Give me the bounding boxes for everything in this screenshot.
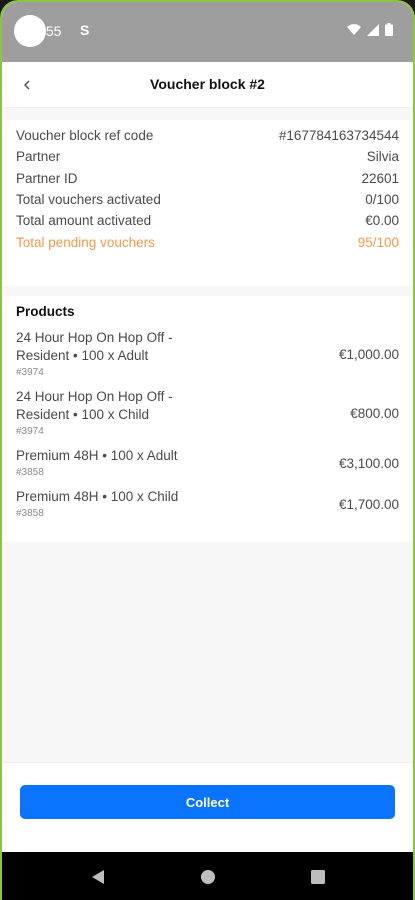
product-item: 24 Hour Hop On Hop Off - Resident • 100 … bbox=[16, 329, 399, 380]
info-label: Voucher block ref code bbox=[16, 128, 154, 144]
page-title: Voucher block #2 bbox=[150, 76, 265, 92]
signal-icon bbox=[367, 23, 379, 36]
empty-area bbox=[2, 542, 413, 762]
status-time: :55 bbox=[42, 23, 62, 39]
info-row-ref-code: Voucher block ref code #167784163734544 bbox=[16, 125, 399, 146]
product-name: Premium 48H • 100 x Adult bbox=[16, 448, 178, 463]
info-value: Silvia bbox=[366, 149, 399, 165]
wifi-icon bbox=[347, 23, 361, 35]
battery-icon bbox=[385, 23, 393, 36]
system-nav-bar bbox=[2, 852, 413, 900]
voucher-info-section: Voucher block ref code #167784163734544 … bbox=[2, 120, 413, 286]
nav-recents-button[interactable] bbox=[309, 868, 327, 886]
product-code: #3974 bbox=[16, 367, 44, 378]
status-s-icon: S bbox=[80, 22, 90, 38]
product-price: €3,100.00 bbox=[338, 456, 399, 471]
info-value: 0/100 bbox=[365, 192, 399, 208]
collect-button[interactable]: Collect bbox=[20, 785, 395, 819]
product-price: €1,000.00 bbox=[338, 347, 399, 362]
product-price: €800.00 bbox=[350, 406, 399, 421]
product-item: 24 Hour Hop On Hop Off - Resident • 100 … bbox=[16, 388, 399, 439]
info-row-partner: Partner Silvia bbox=[16, 146, 399, 167]
square-recents-icon bbox=[310, 870, 325, 884]
info-row-amount-activated: Total amount activated €0.00 bbox=[16, 210, 399, 231]
info-label: Total amount activated bbox=[16, 213, 152, 229]
product-item: Premium 48H • 100 x Child #3858 €1,700.0… bbox=[16, 488, 399, 521]
info-label: Total vouchers activated bbox=[16, 192, 161, 208]
info-row-pending-vouchers: Total pending vouchers 95/100 bbox=[16, 231, 399, 252]
product-name: 24 Hour Hop On Hop Off - Resident • 100 … bbox=[16, 389, 173, 422]
phone-screen: :55 S Voucher block #2 Voucher block ref… bbox=[0, 0, 415, 900]
section-divider bbox=[2, 286, 413, 296]
product-name: 24 Hour Hop On Hop Off - Resident • 100 … bbox=[16, 330, 173, 363]
products-title: Products bbox=[16, 304, 75, 319]
status-bar: :55 S bbox=[2, 2, 413, 62]
product-code: #3858 bbox=[16, 508, 44, 519]
info-row-partner-id: Partner ID 22601 bbox=[16, 168, 399, 189]
nav-home-button[interactable] bbox=[199, 868, 217, 886]
triangle-back-icon bbox=[91, 870, 104, 884]
app-header: Voucher block #2 bbox=[2, 62, 413, 108]
info-label: Partner bbox=[16, 149, 61, 165]
info-row-vouchers-activated: Total vouchers activated 0/100 bbox=[16, 189, 399, 210]
action-footer: Collect bbox=[2, 762, 413, 852]
info-label: Total pending vouchers bbox=[16, 234, 155, 250]
product-name: Premium 48H • 100 x Child bbox=[16, 489, 179, 504]
circle-home-icon bbox=[200, 870, 215, 884]
status-icons bbox=[347, 23, 393, 36]
info-value: €0.00 bbox=[365, 213, 399, 229]
product-code: #3858 bbox=[16, 467, 44, 478]
info-value: 95/100 bbox=[357, 234, 399, 250]
product-item: Premium 48H • 100 x Adult #3858 €3,100.0… bbox=[16, 447, 399, 480]
section-divider bbox=[2, 108, 413, 120]
products-section: Products 24 Hour Hop On Hop Off - Reside… bbox=[2, 296, 413, 542]
info-value: 22601 bbox=[361, 170, 399, 186]
product-code: #3974 bbox=[16, 426, 44, 437]
product-price: €1,700.00 bbox=[338, 497, 399, 512]
nav-back-button[interactable] bbox=[89, 868, 107, 886]
info-label: Partner ID bbox=[16, 170, 78, 186]
info-value: #167784163734544 bbox=[278, 128, 399, 144]
